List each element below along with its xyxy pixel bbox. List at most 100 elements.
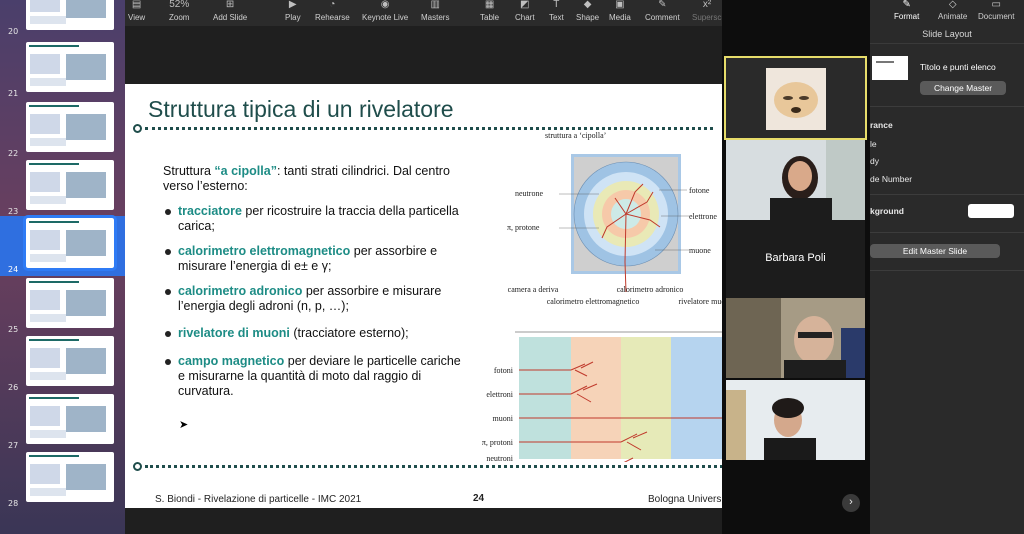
dog-video-icon bbox=[766, 68, 826, 130]
slide-thumbnail-27[interactable]: 27 bbox=[0, 392, 125, 452]
bullet-dot-icon bbox=[165, 331, 171, 337]
text-icon: T bbox=[553, 0, 560, 10]
row-label-muoni: muoni bbox=[493, 414, 514, 423]
bullet-dot-icon bbox=[165, 359, 171, 365]
play-icon: ▶ bbox=[288, 0, 297, 10]
inspector-panel: Slide Layout Titolo e punti elenco Chang… bbox=[870, 0, 1024, 534]
slide-thumbnail-22[interactable]: 22 bbox=[0, 100, 125, 160]
view-icon: ▤ bbox=[131, 0, 142, 10]
toolbar-comment-button[interactable]: ✎ Comment bbox=[645, 0, 680, 26]
slide-number: 23 bbox=[8, 207, 19, 216]
slide-thumbnail-21[interactable]: 21 bbox=[0, 40, 125, 100]
zoom-value: 52% bbox=[169, 0, 190, 10]
slide-number: 20 bbox=[8, 27, 19, 36]
toolbar-label: Keynote Live bbox=[362, 13, 409, 22]
row-label-elettroni: elettroni bbox=[486, 390, 513, 399]
toolbar-zoom-button[interactable]: 52% Zoom bbox=[169, 0, 189, 26]
column-header-muon: rivelatore muoni bbox=[678, 297, 722, 306]
tab-label: Document bbox=[978, 12, 1015, 21]
footer-institution: Bologna University bbox=[648, 494, 722, 505]
slide-thumbnail-20[interactable]: 20 bbox=[0, 0, 125, 38]
format-icon: ✎ bbox=[902, 0, 911, 10]
document-icon: ▭ bbox=[991, 0, 1001, 10]
toolbar-label: Superscript bbox=[692, 13, 722, 22]
toolbar-keynote-live-button[interactable]: ◉ Keynote Live bbox=[362, 0, 408, 26]
bullet-highlight: tracciatore bbox=[178, 204, 242, 218]
chevron-right-icon: › bbox=[849, 496, 853, 508]
participant-tile-barbara-poli[interactable]: Barbara Poli bbox=[726, 220, 865, 300]
column-header-em-calorimeter: calorimetro elettromagnetico bbox=[547, 297, 640, 306]
toolbar-chart-button[interactable]: ◩ Chart bbox=[515, 0, 535, 26]
participant-tile-dog[interactable] bbox=[724, 56, 867, 140]
toolbar-label: Comment bbox=[645, 13, 680, 22]
toolbar-label: Media bbox=[609, 13, 631, 22]
layout-name: Titolo e punti elenco bbox=[920, 62, 996, 72]
inspector-tab-document[interactable]: ▭ Document bbox=[978, 0, 1014, 24]
toolbar-add-slide-button[interactable]: ⊞ Add Slide bbox=[213, 0, 247, 26]
slide-navigator[interactable]: 20 21 22 23 24 25 26 27 28 bbox=[0, 0, 125, 534]
toolbar-view-button[interactable]: ▤ View bbox=[128, 0, 145, 26]
toolbar-rehearse-button[interactable]: ◔ Rehearse bbox=[315, 0, 350, 26]
slide-thumbnail-26[interactable]: 26 bbox=[0, 334, 125, 394]
slide-thumbnail-24[interactable]: 24 bbox=[0, 215, 125, 276]
toolbar-media-button[interactable]: ▣ Media bbox=[609, 0, 631, 26]
bullet-dot-icon bbox=[165, 209, 171, 215]
bullet-highlight: rivelatore di muoni bbox=[178, 326, 290, 340]
slide-preview bbox=[23, 215, 117, 271]
slide-title: Struttura tipica di un rivelatore bbox=[148, 96, 454, 122]
boy-video-icon bbox=[726, 380, 865, 460]
slide-preview bbox=[26, 0, 114, 30]
toolbar-superscript-button[interactable]: x² Superscript bbox=[692, 0, 722, 26]
mouse-cursor-icon: ➤ bbox=[179, 419, 189, 431]
toolbar-masters-button[interactable]: ▥ Masters bbox=[421, 0, 449, 26]
toolbar-label: Shape bbox=[576, 13, 600, 22]
slide-thumbnail-28[interactable]: 28 bbox=[0, 450, 125, 510]
slide-number-checkbox-label[interactable]: de Number bbox=[870, 174, 912, 184]
body-checkbox-label[interactable]: dy bbox=[870, 156, 879, 166]
slide-preview bbox=[26, 452, 114, 502]
toolbar-label: Chart bbox=[515, 13, 535, 22]
participant-tile-boy[interactable] bbox=[726, 380, 865, 460]
toolbar-table-button[interactable]: ▦ Table bbox=[480, 0, 499, 26]
slide-thumbnail-25[interactable]: 25 bbox=[0, 276, 125, 336]
slide-preview bbox=[26, 394, 114, 444]
intro-text: Struttura “a cipolla”: tanti strati cili… bbox=[163, 164, 450, 193]
inspector-tab-format[interactable]: ✎ Format bbox=[894, 0, 919, 24]
toolbar-shape-button[interactable]: ◆ Shape bbox=[576, 0, 599, 26]
footer-author: S. Biondi - Rivelazione di particelle - … bbox=[155, 494, 362, 505]
footer-divider bbox=[133, 462, 722, 472]
toolbar-label: Masters bbox=[421, 13, 450, 22]
participant-tile-man[interactable] bbox=[726, 298, 865, 378]
slide[interactable]: Struttura tipica di un rivelatore Strutt… bbox=[125, 84, 722, 508]
diagram-label-fotone: fotone bbox=[689, 186, 710, 195]
slide-number: 22 bbox=[8, 149, 19, 158]
toolbar-label: Zoom bbox=[169, 13, 190, 22]
bullet-dot-icon bbox=[165, 249, 171, 255]
diagram-label-elettrone: elettrone bbox=[689, 212, 717, 221]
comment-icon: ✎ bbox=[658, 0, 667, 10]
bullet-item: calorimetro elettromagnetico per assorbi… bbox=[163, 244, 463, 274]
slide-preview bbox=[26, 278, 114, 328]
next-page-button[interactable]: › bbox=[842, 494, 860, 512]
media-icon: ▣ bbox=[615, 0, 625, 10]
toolbar-label: Rehearse bbox=[315, 13, 350, 22]
row-label-fotoni: fotoni bbox=[494, 366, 514, 375]
title-checkbox-label[interactable]: le bbox=[870, 139, 877, 149]
background-color-swatch[interactable] bbox=[968, 204, 1014, 218]
add-slide-icon: ⊞ bbox=[225, 0, 235, 10]
inspector-tab-animate[interactable]: ◇ Animate bbox=[938, 0, 967, 24]
participant-tile-woman[interactable] bbox=[726, 140, 865, 220]
layout-thumbnail[interactable] bbox=[872, 56, 908, 80]
edit-master-slide-button[interactable]: Edit Master Slide bbox=[870, 244, 1000, 258]
column-header-camera: camera a deriva bbox=[508, 285, 559, 294]
slide-thumbnail-23[interactable]: 23 bbox=[0, 158, 125, 218]
participant-name: Barbara Poli bbox=[765, 252, 826, 264]
toolbar-play-button[interactable]: ▶ Play bbox=[285, 0, 301, 26]
background-label: kground bbox=[870, 206, 904, 216]
diagram-label-muone: muone bbox=[689, 246, 711, 255]
bullet-highlight: calorimetro adronico bbox=[178, 284, 303, 298]
toolbar-text-button[interactable]: T Text bbox=[549, 0, 564, 26]
tab-label: Animate bbox=[938, 12, 968, 21]
change-master-button[interactable]: Change Master bbox=[920, 81, 1006, 95]
slide-preview bbox=[26, 160, 114, 210]
